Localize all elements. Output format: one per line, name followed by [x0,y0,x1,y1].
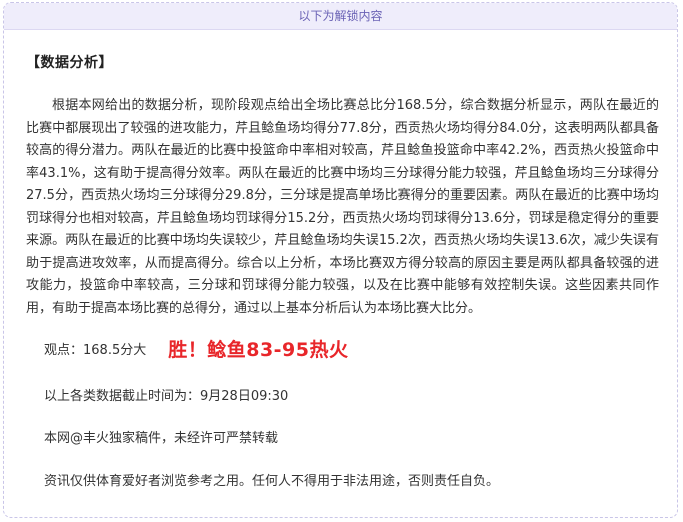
article-content: 【数据分析】 根据本网给出的数据分析，现阶段观点给出全场比赛总比分168.5分，… [4,52,677,489]
opinion-text: 观点：168.5分大 [44,342,147,358]
disclaimer-notice: 资讯仅供体育爱好者浏览参考之用。任何人不得用于非法用途，否则责任自负。 [44,474,500,489]
data-deadline: 以上各类数据截止时间为：9月28日09:30 [44,389,289,404]
section-title: 【数据分析】 [26,55,113,71]
prediction-text: 胜！鲶鱼83-95热火 [168,338,349,361]
copyright-notice: 本网@丰火独家稿件，未经许可严禁转载 [44,431,279,446]
analysis-paragraph: 根据本网给出的数据分析，现阶段观点给出全场比赛总比分168.5分，综合数据分析显… [26,98,659,316]
verdict-row: 观点：168.5分大 胜！鲶鱼83-95热火 [26,332,659,364]
locked-content-frame: 以下为解锁内容 【数据分析】 根据本网给出的数据分析，现阶段观点给出全场比赛总比… [3,2,678,518]
unlock-banner: 以下为解锁内容 [4,3,677,30]
unlock-banner-text: 以下为解锁内容 [298,9,383,23]
